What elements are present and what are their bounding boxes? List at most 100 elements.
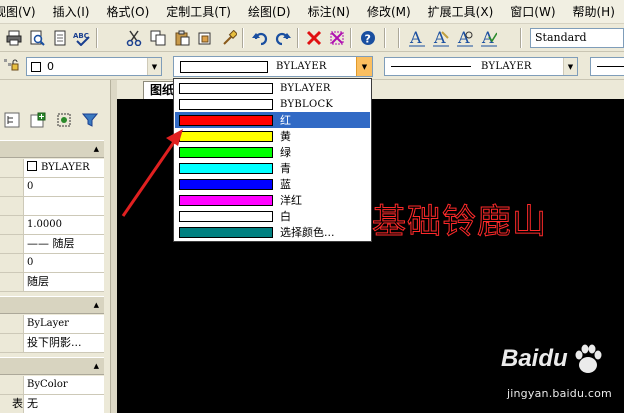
palette-tree-icon[interactable] [2, 110, 22, 130]
paste-icon[interactable] [172, 28, 192, 48]
palette-select-icon[interactable] [54, 110, 74, 130]
collapse-icon[interactable]: ▲ [94, 362, 99, 370]
collapse-icon[interactable]: ▲ [94, 145, 99, 153]
lineweight-preview [597, 66, 624, 67]
layer-select[interactable]: 0 ▼ [26, 57, 162, 76]
color-option[interactable]: 洋红 [175, 192, 370, 208]
erase-icon[interactable] [304, 28, 324, 48]
menu-item[interactable]: 帮助(H) [565, 0, 624, 24]
property-name [0, 315, 24, 333]
menu-item[interactable]: 视图(V) [0, 0, 45, 24]
menu-item[interactable]: 标注(N) [300, 0, 359, 24]
color-dropdown-list: BYLAYER BYBLOCK 红黄绿青蓝洋红白选择颜色... [173, 78, 372, 242]
color-option[interactable]: 黄 [175, 128, 370, 144]
match-properties-icon[interactable] [195, 28, 215, 48]
property-row[interactable] [0, 197, 104, 216]
chevron-down-icon[interactable]: ▼ [147, 58, 161, 75]
color-option[interactable]: 蓝 [175, 176, 370, 192]
redo-icon[interactable] [273, 28, 293, 48]
color-option-swatch [179, 226, 273, 238]
layer-lock-icon[interactable] [2, 57, 20, 75]
property-value[interactable]: 1.0000 [24, 216, 104, 234]
palette-section-plot[interactable]: ▲ [0, 357, 104, 375]
property-row[interactable]: 0 [0, 254, 104, 273]
property-value[interactable]: 0 [24, 178, 104, 196]
text-edit-icon[interactable]: A [431, 28, 451, 48]
property-row[interactable]: —— 随层 [0, 235, 104, 254]
chevron-down-icon[interactable]: ▼ [563, 58, 577, 75]
color-option[interactable]: 绿 [175, 144, 370, 160]
color-option[interactable]: BYBLOCK [175, 96, 370, 112]
palette-section-general[interactable]: ▲ [0, 140, 104, 158]
layer-value: 0 [47, 60, 54, 73]
menu-item[interactable]: 扩展工具(X) [420, 0, 503, 24]
menu-item[interactable]: 格式(O) [98, 0, 158, 24]
color-option-label: 选择颜色... [280, 226, 335, 239]
color-option-swatch [179, 194, 273, 206]
color-option[interactable]: 红 [175, 112, 370, 128]
property-row[interactable]: 1.0000 [0, 216, 104, 235]
svg-text:A: A [409, 29, 422, 47]
help-icon[interactable]: ? [358, 28, 378, 48]
color-option-label: BYLAYER [280, 82, 331, 94]
palette-filter-icon[interactable] [80, 110, 100, 130]
menu-item[interactable]: 窗口(W) [502, 0, 564, 24]
text-spell-icon[interactable]: A [479, 28, 499, 48]
linetype-select[interactable]: BYLAYER ▼ [384, 57, 578, 76]
property-value[interactable]: 无 [24, 395, 104, 413]
property-row[interactable]: BYLAYER [0, 159, 104, 178]
color-value: BYLAYER [276, 61, 327, 72]
lineweight-select[interactable] [590, 57, 624, 76]
menu-item[interactable]: 绘图(D) [240, 0, 300, 24]
undo-icon[interactable] [250, 28, 270, 48]
print-icon[interactable] [4, 28, 24, 48]
color-option[interactable]: 白 [175, 208, 370, 224]
property-row[interactable]: 随层 [0, 273, 104, 292]
print-preview-icon[interactable] [27, 28, 47, 48]
property-value[interactable]: —— 随层 [24, 235, 104, 253]
text-style-select[interactable]: Standard [530, 28, 624, 48]
color-option-swatch [179, 130, 273, 142]
property-value[interactable]: BYLAYER [24, 159, 104, 177]
color-option[interactable]: BYLAYER [175, 80, 370, 96]
linetype-value: BYLAYER [481, 61, 532, 72]
property-value[interactable]: ByLayer [24, 315, 104, 333]
properties-palette: ▲ BYLAYER 0 1.0000 —— 随层 0 随层 ByLayer 投下阴影... By… [0, 80, 110, 413]
select-icon[interactable] [327, 28, 347, 48]
menu-item[interactable]: 定制工具(T) [158, 0, 240, 24]
chevron-down-icon[interactable]: ▼ [356, 57, 372, 76]
property-value[interactable]: ByColor [24, 376, 104, 394]
property-row[interactable]: 投下阴影... [0, 334, 104, 353]
collapse-icon[interactable]: ▲ [94, 301, 99, 309]
palette-add-icon[interactable] [28, 110, 48, 130]
property-row[interactable]: ByLayer [0, 315, 104, 334]
svg-text:A: A [433, 29, 446, 47]
property-value[interactable] [24, 197, 104, 215]
color-option[interactable]: 选择颜色... [175, 224, 370, 240]
color-option-label: BYBLOCK [280, 98, 334, 110]
color-swatch [180, 60, 268, 73]
property-name [0, 376, 24, 394]
property-row[interactable]: 表无 [0, 395, 104, 413]
property-value[interactable]: 投下阴影... [24, 334, 104, 352]
color-select[interactable]: BYLAYER ▼ [173, 56, 373, 77]
brush-icon[interactable] [219, 28, 239, 48]
color-option[interactable]: 青 [175, 160, 370, 176]
menu-item[interactable]: 修改(M) [359, 0, 420, 24]
spell-check-icon[interactable]: ABC [72, 28, 92, 48]
menu-item[interactable]: 插入(I) [45, 0, 99, 24]
copy-icon[interactable] [148, 28, 168, 48]
property-color-swatch [27, 161, 37, 171]
text-find-icon[interactable]: A [455, 28, 475, 48]
property-name [0, 334, 24, 352]
property-name [0, 159, 24, 177]
cut-icon[interactable] [124, 28, 144, 48]
text-style-icon[interactable]: A [407, 28, 427, 48]
property-value[interactable]: 随层 [24, 273, 104, 291]
property-row[interactable]: ByColor [0, 376, 104, 395]
document-icon[interactable] [50, 28, 70, 48]
property-row[interactable]: 0 [0, 178, 104, 197]
standard-toolbar: ABC ? A A A A Standard [0, 24, 624, 52]
property-value[interactable]: 0 [24, 254, 104, 272]
palette-section-3d[interactable]: ▲ [0, 296, 104, 314]
